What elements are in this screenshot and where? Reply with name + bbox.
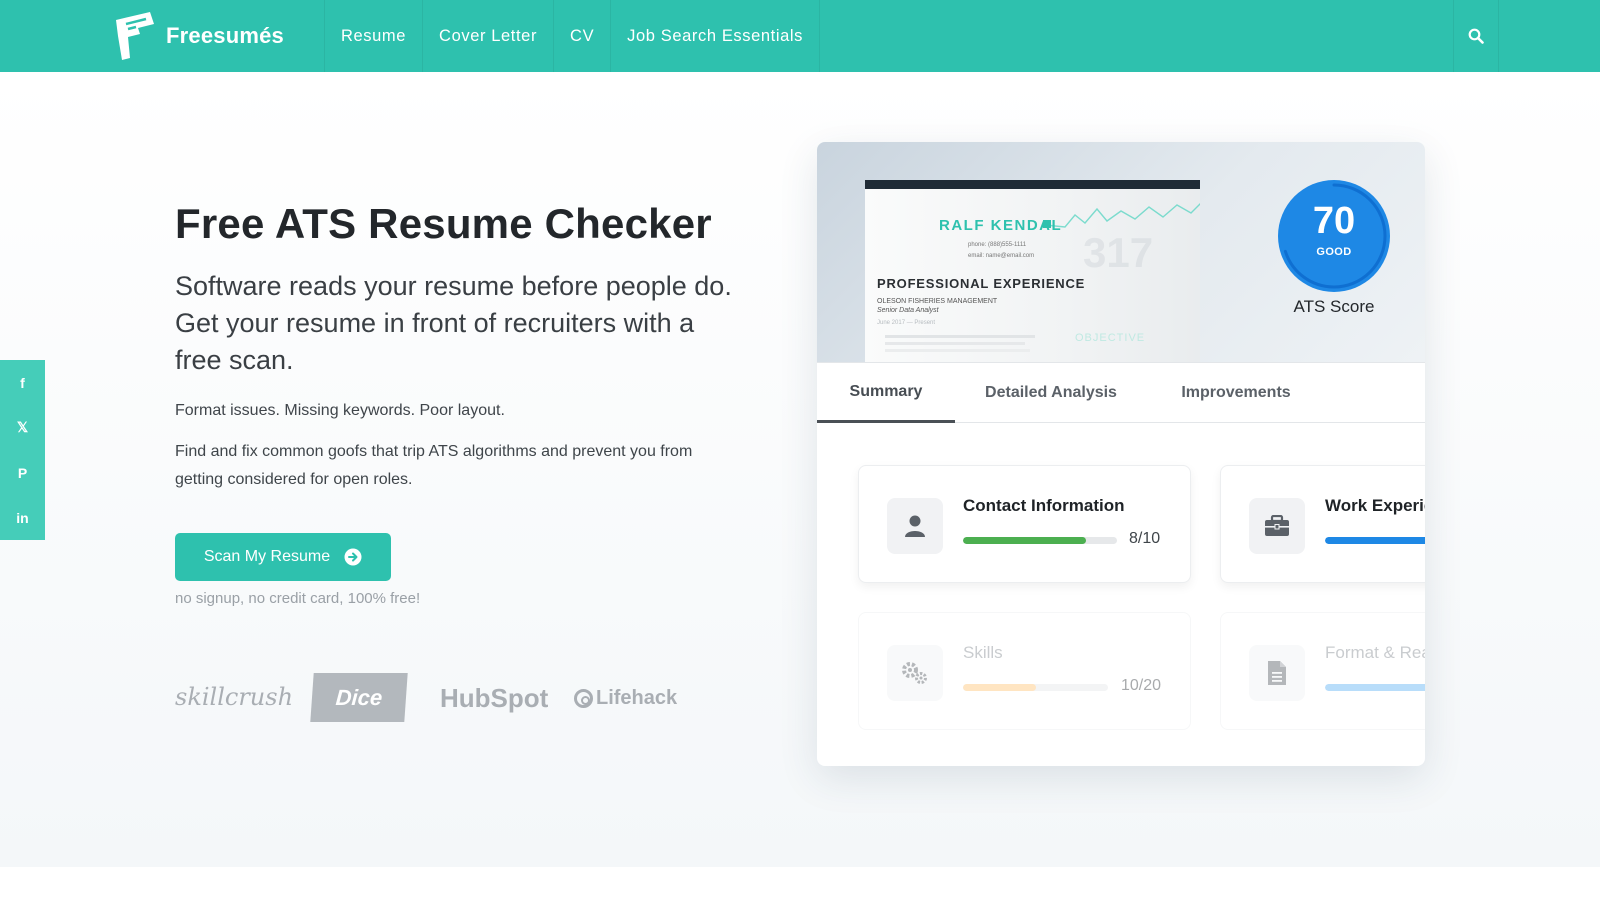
dice-logo: Dice	[310, 673, 408, 722]
tab-summary[interactable]: Summary	[817, 363, 955, 423]
arrow-circle-right-icon	[344, 548, 362, 566]
search-button[interactable]	[1453, 0, 1499, 72]
cta-label: Scan My Resume	[203, 548, 331, 565]
skillcrush-logo: skillcrush	[175, 683, 294, 711]
tile-title: Format & Readability	[1325, 643, 1425, 662]
share-facebook-button[interactable]: f	[0, 360, 45, 405]
skills-progress-track	[963, 684, 1108, 691]
contact-information-card[interactable]: Contact Information 8/10	[858, 465, 1191, 583]
lifehack-logo: Lifehack	[574, 687, 677, 710]
gears-icon	[902, 662, 927, 684]
dice-logo-text: Dice	[334, 684, 384, 710]
briefcase-icon	[1265, 515, 1289, 536]
linkedin-icon: in	[16, 509, 29, 526]
document-icon	[1268, 661, 1286, 685]
resume-name-marker	[1043, 220, 1051, 228]
format-progress-track	[1325, 684, 1425, 691]
resume-text-line	[885, 342, 1025, 345]
scan-my-resume-button[interactable]: Scan My Resume	[175, 533, 391, 581]
person-icon	[905, 515, 925, 537]
work-icon-box	[1249, 498, 1305, 554]
resume-text-line	[885, 335, 1035, 338]
contact-icon-box	[887, 498, 943, 554]
sparkline-icon	[1045, 203, 1200, 228]
hero-lead: Software reads your resume before people…	[175, 271, 732, 375]
share-x-button[interactable]: 𝕏	[0, 405, 45, 450]
resume-company: OLESON FISHERIES MANAGEMENT	[877, 298, 998, 305]
contact-progress-track	[963, 537, 1117, 544]
resume-section-heading: PROFESSIONAL EXPERIENCE	[877, 276, 1086, 291]
page-title: Free ATS Resume Checker	[175, 200, 712, 247]
main-nav: Resume Cover Letter CV Job Search Essent…	[324, 0, 821, 72]
format-progress-fill	[1325, 684, 1425, 691]
resume-text-line	[885, 349, 1030, 352]
contact-progress-fill	[963, 537, 1087, 544]
top-navigation-bar: Freesumés Resume Cover Letter CV Job Sea…	[0, 0, 1600, 72]
ats-score-value: 70	[1312, 200, 1356, 242]
pinterest-icon: P	[17, 464, 28, 481]
lifehack-logo-text: Lifehack	[596, 687, 678, 709]
tile-title: Contact Information	[963, 496, 1125, 515]
tile-score: 10/20	[1121, 677, 1162, 694]
lifehack-ring-icon	[574, 689, 593, 708]
nav-cover-letter[interactable]: Cover Letter	[422, 0, 553, 72]
hero-issues-text: Format issues. Missing keywords. Poor la…	[175, 402, 505, 419]
search-icon	[1468, 28, 1484, 44]
nav-cv[interactable]: CV	[553, 0, 610, 72]
format-icon-box	[1249, 645, 1305, 701]
card-header-area: 317 RALF KENDAL phone: (888)555-1111 ema…	[817, 142, 1425, 362]
cta-note: no signup, no credit card, 100% free!	[175, 590, 421, 607]
skills-card[interactable]: Skills 10/20	[858, 612, 1191, 730]
resume-objective-heading: OBJECTIVE	[1075, 332, 1146, 344]
x-icon: 𝕏	[16, 419, 29, 435]
ats-score-rating: GOOD	[1316, 246, 1352, 258]
social-share-bar: f 𝕏 P in	[0, 360, 45, 540]
resume-role: Senior Data Analyst	[877, 307, 939, 314]
resume-preview: 317 RALF KENDAL phone: (888)555-1111 ema…	[865, 180, 1200, 362]
work-progress-fill	[1325, 537, 1425, 544]
ats-checker-card: 317 RALF KENDAL phone: (888)555-1111 ema…	[817, 142, 1425, 766]
nav-job-search-essentials[interactable]: Job Search Essentials	[610, 0, 821, 72]
format-readability-card[interactable]: Format & Readability	[1220, 612, 1425, 730]
resume-dates: June 2017 — Present	[877, 320, 936, 326]
tile-score: 8/10	[1129, 530, 1161, 547]
tab-detailed-analysis[interactable]: Detailed Analysis	[967, 363, 1135, 423]
ats-score-label: ATS Score	[1293, 297, 1375, 316]
tab-improvements[interactable]: Improvements	[1157, 363, 1315, 423]
page-below-hero	[0, 867, 1600, 900]
facebook-icon: f	[20, 374, 25, 391]
logo-icon	[116, 12, 154, 60]
analysis-tabs: Summary Detailed Analysis Improvements	[817, 362, 1425, 423]
tile-title: Skills	[963, 643, 1003, 662]
brand-logo[interactable]: Freesumés	[112, 10, 284, 62]
hubspot-logo: HubSpot	[440, 683, 549, 713]
tile-title: Work Experience	[1325, 496, 1425, 515]
work-progress-track	[1325, 537, 1425, 544]
nav-resume[interactable]: Resume	[324, 0, 422, 72]
hero-description: Find and fix common goofs that trip ATS …	[175, 443, 693, 488]
resume-email: email: name@email.com	[968, 253, 1035, 259]
skills-icon-box	[887, 645, 943, 701]
resume-phone: phone: (888)555-1111	[968, 242, 1027, 248]
work-experience-card[interactable]: Work Experience	[1220, 465, 1425, 583]
skills-progress-fill	[963, 684, 1036, 691]
share-linkedin-button[interactable]: in	[0, 495, 45, 540]
resume-ghost-number: 317	[1083, 229, 1154, 276]
brand-name: Freesumés	[166, 23, 284, 48]
share-pinterest-button[interactable]: P	[0, 450, 45, 495]
